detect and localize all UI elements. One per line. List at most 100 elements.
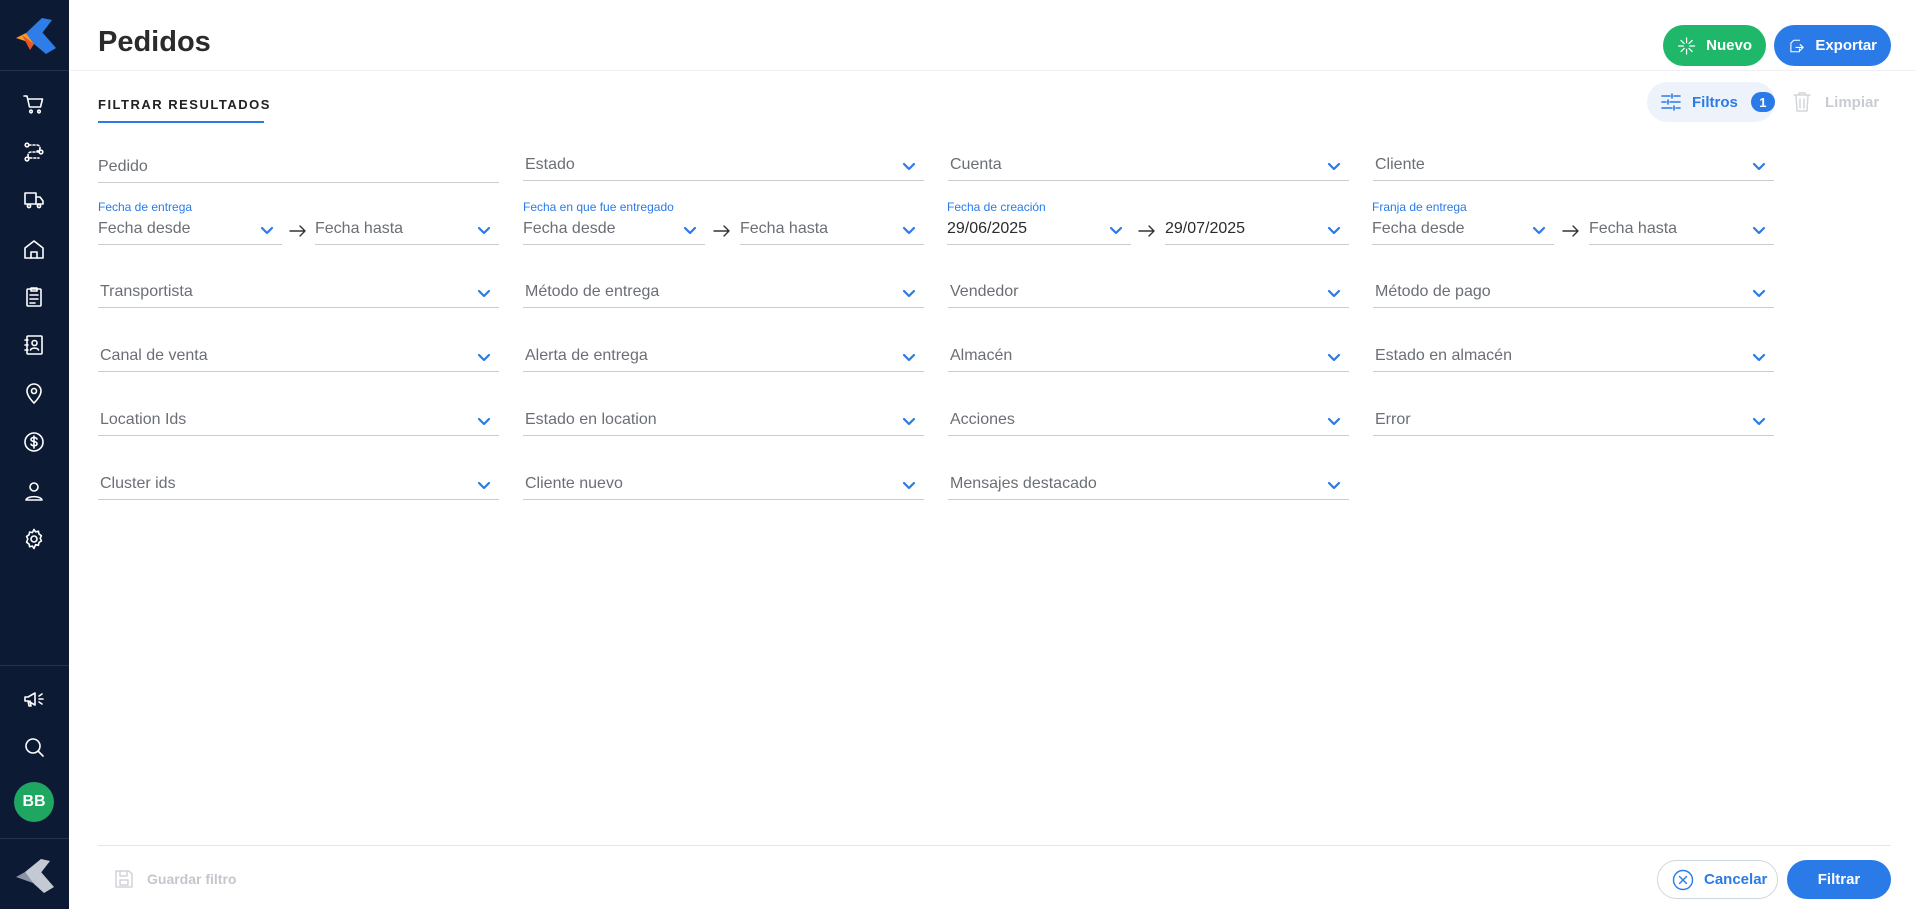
export-button[interactable]: Exportar	[1774, 25, 1891, 66]
chevron-down-icon	[260, 223, 274, 237]
chevron-down-icon	[477, 414, 491, 428]
chevron-down-icon	[1327, 286, 1341, 300]
megaphone-icon	[24, 692, 44, 707]
avatar[interactable]: BB	[14, 782, 54, 822]
chevron-down-icon	[902, 159, 916, 173]
sales-channel-select[interactable]: Canal de venta	[98, 342, 499, 372]
sidebar-divider	[0, 665, 69, 666]
date-from-placeholder: Fecha desde	[1372, 220, 1465, 237]
delivery-alert-select[interactable]: Alerta de entrega	[523, 342, 924, 372]
chevron-down-icon	[902, 350, 916, 364]
chevron-down-icon	[683, 223, 697, 237]
payment-method-select[interactable]: Método de pago	[1373, 278, 1774, 308]
delivery-slot-from[interactable]: Fecha desde	[1372, 215, 1554, 245]
chevron-down-icon	[477, 223, 491, 237]
sidebar-item-settings[interactable]	[19, 524, 49, 554]
featured-messages-placeholder: Mensajes destacado	[950, 475, 1097, 492]
dollar-icon	[24, 432, 44, 452]
page-title: Pedidos	[98, 26, 211, 58]
chevron-down-icon	[1752, 286, 1766, 300]
chevron-down-icon	[1327, 414, 1341, 428]
new-client-select[interactable]: Cliente nuevo	[523, 470, 924, 500]
carrier-select[interactable]: Transportista	[98, 278, 499, 308]
clear-filters-button[interactable]: Limpiar	[1791, 90, 1879, 114]
error-select[interactable]: Error	[1373, 406, 1774, 436]
chevron-down-icon	[1752, 414, 1766, 428]
delivered-date-from[interactable]: Fecha desde	[523, 215, 705, 245]
truck-icon	[24, 192, 44, 209]
actions-placeholder: Acciones	[950, 411, 1015, 428]
client-select[interactable]: Cliente	[1373, 151, 1774, 181]
home-icon	[24, 240, 44, 259]
trash-icon	[1793, 92, 1811, 112]
location-ids-select[interactable]: Location Ids	[98, 406, 499, 436]
actions-select[interactable]: Acciones	[948, 406, 1349, 436]
arrow-right-icon	[1561, 224, 1581, 238]
apply-filter-button[interactable]: Filtrar	[1787, 860, 1891, 899]
warehouse-select[interactable]: Almacén	[948, 342, 1349, 372]
payment-method-placeholder: Método de pago	[1375, 283, 1491, 300]
location-status-select[interactable]: Estado en location	[523, 406, 924, 436]
sidebar-item-cart[interactable]	[19, 89, 49, 119]
location-ids-placeholder: Location Ids	[100, 411, 187, 428]
account-select[interactable]: Cuenta	[948, 151, 1349, 181]
sidebar-item-tasks[interactable]	[19, 282, 49, 312]
export-icon	[1790, 39, 1804, 52]
sidebar-item-routes[interactable]	[19, 137, 49, 167]
location-pin-icon	[26, 383, 42, 404]
chevron-down-icon	[1752, 223, 1766, 237]
order-input[interactable]: Pedido	[98, 153, 499, 183]
sidebar-item-users[interactable]	[19, 476, 49, 506]
chevron-down-icon	[1752, 350, 1766, 364]
chevron-down-icon	[1327, 223, 1341, 237]
sidebar-item-contacts[interactable]	[19, 330, 49, 360]
account-placeholder: Cuenta	[950, 156, 1002, 173]
brand-logo	[16, 859, 54, 893]
tab-filter-results[interactable]: FILTRAR RESULTADOS	[98, 97, 271, 112]
creation-date-to-value: 29/07/2025	[1165, 220, 1246, 237]
arrow-right-icon	[288, 224, 308, 238]
footer-divider	[98, 845, 1891, 846]
sparkle-icon	[1677, 36, 1696, 55]
arrow-right-icon	[712, 224, 732, 238]
sidebar-item-search[interactable]	[19, 732, 49, 762]
new-client-placeholder: Cliente nuevo	[525, 475, 623, 492]
sidebar-item-locations[interactable]	[19, 379, 49, 409]
search-icon	[25, 738, 44, 757]
sidebar-item-home[interactable]	[19, 234, 49, 264]
delivery-method-select[interactable]: Método de entrega	[523, 278, 924, 308]
date-to-placeholder: Fecha hasta	[1589, 220, 1678, 237]
delivered-date-label: Fecha en que fue entregado	[523, 200, 674, 214]
status-select[interactable]: Estado	[523, 151, 924, 181]
apply-filter-label: Filtrar	[1817, 871, 1861, 888]
error-placeholder: Error	[1375, 411, 1411, 428]
sidebar-item-announcements[interactable]	[19, 684, 49, 714]
featured-messages-select[interactable]: Mensajes destacado	[948, 470, 1349, 500]
delivered-date-to[interactable]: Fecha hasta	[740, 215, 924, 245]
delivery-slot-to[interactable]: Fecha hasta	[1589, 215, 1774, 245]
chevron-down-icon	[1532, 223, 1546, 237]
creation-date-from[interactable]: 29/06/2025	[947, 215, 1131, 245]
save-filter-button[interactable]: Guardar filtro	[113, 868, 236, 890]
creation-date-to[interactable]: 29/07/2025	[1165, 215, 1349, 245]
seller-select[interactable]: Vendedor	[948, 278, 1349, 308]
date-from-placeholder: Fecha desde	[523, 220, 616, 237]
filters-label: Filtros	[1692, 93, 1738, 111]
app-logo[interactable]	[12, 14, 58, 58]
warehouse-status-select[interactable]: Estado en almacén	[1373, 342, 1774, 372]
seller-placeholder: Vendedor	[950, 283, 1019, 300]
cluster-ids-select[interactable]: Cluster ids	[98, 470, 499, 500]
new-order-label: Nuevo	[1706, 37, 1752, 54]
tab-active-indicator	[98, 121, 264, 123]
sidebar-item-billing[interactable]	[19, 427, 49, 457]
warehouse-placeholder: Almacén	[950, 347, 1013, 364]
sidebar-item-deliveries[interactable]	[19, 185, 49, 215]
delivery-date-from[interactable]: Fecha desde	[98, 215, 282, 245]
new-order-button[interactable]: Nuevo	[1663, 25, 1766, 66]
cancel-button[interactable]: Cancelar	[1657, 860, 1778, 899]
user-icon	[25, 482, 43, 501]
carrier-placeholder: Transportista	[100, 283, 193, 300]
delivery-date-to[interactable]: Fecha hasta	[315, 215, 499, 245]
chevron-down-icon	[477, 286, 491, 300]
filters-toggle-button[interactable]: Filtros 1	[1647, 82, 1775, 122]
